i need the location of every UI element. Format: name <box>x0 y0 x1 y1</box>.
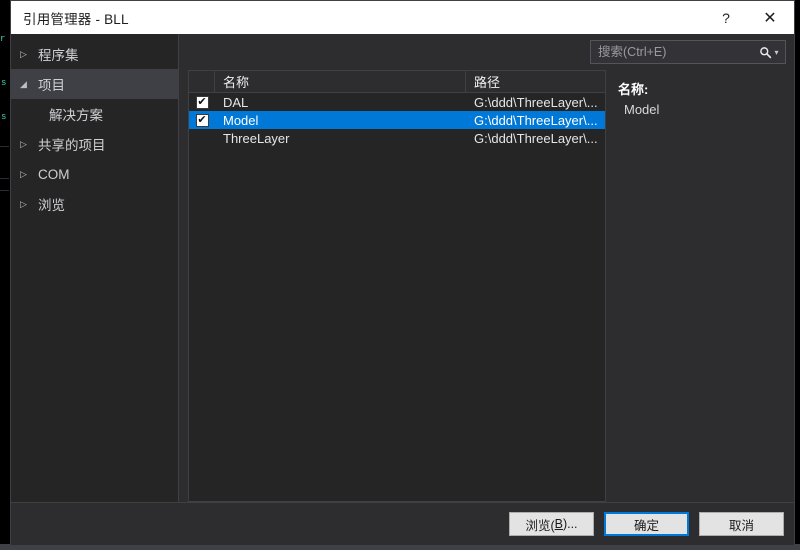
row-path: G:\ddd\ThreeLayer\... <box>474 130 598 146</box>
panes: 名称 路径 ✔ DAL G:\ddd\ThreeLayer\... ✔ Mode… <box>188 70 786 502</box>
column-header-path[interactable]: 路径 <box>466 71 605 92</box>
search-input[interactable] <box>598 45 759 59</box>
sidebar-item-label: 程序集 <box>38 48 79 63</box>
sidebar-item-label: COM <box>38 166 70 182</box>
list-body: ✔ DAL G:\ddd\ThreeLayer\... ✔ Model G:\d… <box>189 93 605 501</box>
row-name: ThreeLayer <box>223 130 290 146</box>
row-checkbox-cell[interactable]: ✔ <box>189 95 215 109</box>
backdrop-rule <box>0 178 9 179</box>
sidebar-item-solution[interactable]: 解决方案 <box>11 99 179 129</box>
table-row[interactable]: ✔ Model G:\ddd\ThreeLayer\... <box>189 111 605 129</box>
help-icon[interactable]: ? <box>704 2 748 33</box>
row-name: Model <box>223 112 259 128</box>
table-row[interactable]: ✔ DAL G:\ddd\ThreeLayer\... <box>189 93 605 111</box>
checkbox-checked-icon[interactable]: ✔ <box>195 95 209 109</box>
close-icon[interactable]: ✕ <box>748 2 792 33</box>
checkbox-checked-icon[interactable]: ✔ <box>195 113 209 127</box>
dialog-body: ▷ 程序集 ◢ 项目 解决方案 ▷ 共享的项目 ▷ COM ▷ 浏览 搜索(Ct… <box>11 34 794 502</box>
backdrop-text-fragment: r <box>0 34 6 44</box>
projects-list: 名称 路径 ✔ DAL G:\ddd\ThreeLayer\... ✔ Mode… <box>188 70 606 502</box>
checkbox-unchecked-icon[interactable] <box>196 132 209 145</box>
content-area: ▾ 名称 路径 ✔ D <box>179 34 794 502</box>
magnifier-icon[interactable] <box>759 44 772 60</box>
sidebar-item-label: 浏览 <box>38 198 65 213</box>
list-header: 名称 路径 <box>189 71 605 93</box>
backdrop-text-fragment: s <box>1 78 7 88</box>
chevron-right-icon: ▷ <box>20 168 27 179</box>
sidebar-item-label: 解决方案 <box>49 108 103 123</box>
row-path: G:\ddd\ThreeLayer\... <box>474 112 598 128</box>
detail-name-label: 名称: <box>618 82 649 97</box>
chevron-down-icon: ◢ <box>20 78 27 89</box>
sidebar-item-com[interactable]: ▷ COM <box>11 159 179 189</box>
row-checkbox-cell[interactable]: ✔ <box>189 113 215 127</box>
row-checkbox-cell[interactable] <box>189 132 215 145</box>
cancel-button[interactable]: 取消 <box>699 512 784 536</box>
row-name: DAL <box>223 94 249 110</box>
table-row[interactable]: ThreeLayer G:\ddd\ThreeLayer\... <box>189 129 605 147</box>
backdrop-text-fragment: s <box>1 112 7 122</box>
column-header-name[interactable]: 名称 <box>215 71 466 92</box>
sidebar-item-label: 项目 <box>38 78 65 93</box>
detail-name-value: Model <box>624 102 660 117</box>
chevron-right-icon: ▷ <box>20 138 27 149</box>
row-path: G:\ddd\ThreeLayer\... <box>474 94 598 110</box>
backdrop-rule <box>0 190 9 191</box>
backdrop-rule <box>0 146 9 147</box>
sidebar-item-label: 共享的项目 <box>38 138 106 153</box>
sidebar-item-projects[interactable]: ◢ 项目 <box>11 69 179 99</box>
ok-button[interactable]: 确定 <box>604 512 689 536</box>
reference-manager-dialog: 引用管理器 - BLL ? ✕ ▷ 程序集 ◢ 项目 解决方案 ▷ 共享的项目 … <box>10 0 795 546</box>
dialog-title: 引用管理器 - BLL <box>23 11 129 27</box>
search-box[interactable]: ▾ <box>590 40 786 64</box>
search-row: ▾ <box>188 40 786 66</box>
chevron-right-icon: ▷ <box>20 198 27 209</box>
dialog-titlebar: 引用管理器 - BLL ? ✕ <box>11 1 794 34</box>
dialog-footer: 浏览(B)... 确定 取消 <box>11 502 794 545</box>
sidebar-item-browse[interactable]: ▷ 浏览 <box>11 189 179 219</box>
sidebar-item-assemblies[interactable]: ▷ 程序集 <box>11 39 179 69</box>
detail-pane: 名称: Model <box>606 70 786 502</box>
browse-button-label-pre: 浏览( <box>525 518 555 533</box>
browse-button[interactable]: 浏览(B)... <box>509 512 594 536</box>
column-header-check[interactable] <box>189 71 215 92</box>
category-sidebar: ▷ 程序集 ◢ 项目 解决方案 ▷ 共享的项目 ▷ COM ▷ 浏览 <box>11 34 179 502</box>
chevron-right-icon: ▷ <box>20 48 27 59</box>
browse-button-label-post: )... <box>562 517 578 531</box>
chevron-down-icon[interactable]: ▾ <box>772 48 781 57</box>
browse-button-accelerator: B <box>554 517 563 531</box>
sidebar-item-shared-projects[interactable]: ▷ 共享的项目 <box>11 129 179 159</box>
